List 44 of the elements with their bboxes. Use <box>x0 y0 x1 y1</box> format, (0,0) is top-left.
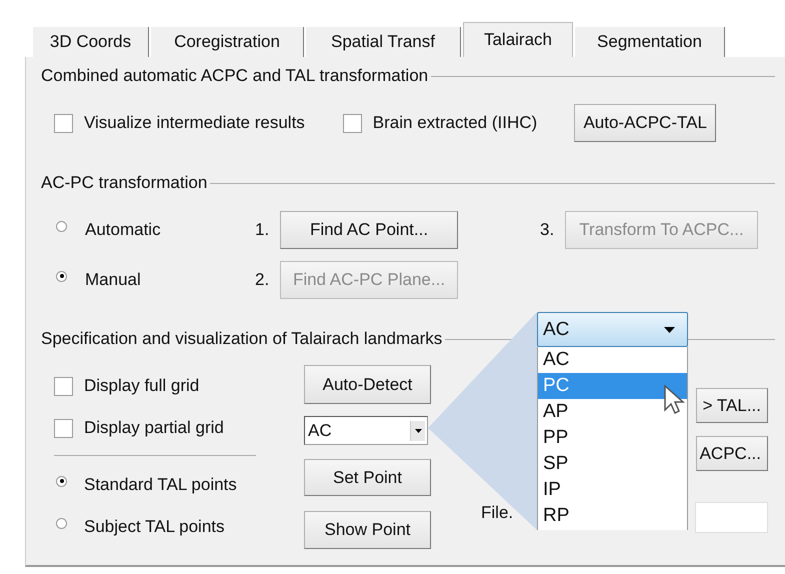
dropdown-option[interactable]: SP <box>538 451 687 477</box>
radio-button[interactable] <box>56 220 67 232</box>
radio-button[interactable] <box>56 476 67 486</box>
radio-label: Subject TAL points <box>84 517 226 537</box>
radio-label: Standard TAL points <box>84 475 238 495</box>
dropdown-option[interactable]: AC <box>538 347 687 373</box>
dropdown-arrow-icon <box>664 326 675 332</box>
checkbox[interactable] <box>54 376 73 396</box>
radio-button[interactable] <box>56 270 67 282</box>
dropdown-option[interactable]: IP <box>538 477 687 503</box>
step-number: 3. <box>540 220 556 240</box>
auto-detect-button[interactable]: Auto-Detect <box>304 365 431 404</box>
checkbox-label: Visualize intermediate results <box>84 113 305 133</box>
group-title: Specification and visualization of Talairach landmarks <box>41 329 442 349</box>
step-number: 1. <box>255 220 270 240</box>
tab[interactable]: Spatial Transf <box>306 27 461 57</box>
dropdown-header[interactable]: AC <box>537 312 688 347</box>
checkbox-label: Display partial grid <box>84 418 224 438</box>
checkbox-label: Brain extracted (IIHC) <box>372 113 538 133</box>
step-number: 2. <box>255 270 270 290</box>
set-point-button[interactable]: Set Point <box>304 459 431 496</box>
radio-label: Automatic <box>85 220 162 240</box>
group-title: AC-PC transformation <box>41 173 208 193</box>
tab[interactable]: Segmentation <box>575 27 725 57</box>
radio-label: Manual <box>85 270 142 290</box>
file-label: File. <box>481 502 514 522</box>
to-tal-button[interactable]: > TAL... <box>696 388 768 423</box>
dropdown-option[interactable]: RP <box>538 503 687 529</box>
radio-button[interactable] <box>56 518 67 528</box>
auto-acpc-tal-button[interactable]: Auto-ACPC-TAL <box>574 104 716 142</box>
find-ac-point-button[interactable]: Find AC Point... <box>280 211 458 249</box>
checkbox[interactable] <box>342 114 362 132</box>
checkbox-label: Display full grid <box>84 376 200 396</box>
dropdown-option[interactable]: PP <box>538 425 687 451</box>
tab[interactable]: Coregistration <box>151 27 304 57</box>
checkbox[interactable] <box>54 114 73 132</box>
group-title: Combined automatic ACPC and TAL transformation <box>41 66 428 86</box>
show-point-button[interactable]: Show Point <box>304 511 431 549</box>
to-acpc-button[interactable]: ACPC... <box>696 436 768 471</box>
tab[interactable]: 3D Coords <box>33 27 149 57</box>
point-dropdown[interactable]: AC <box>304 416 428 445</box>
tab[interactable]: Talairach <box>463 22 573 57</box>
file-field[interactable] <box>695 502 768 533</box>
checkbox[interactable] <box>54 418 73 438</box>
